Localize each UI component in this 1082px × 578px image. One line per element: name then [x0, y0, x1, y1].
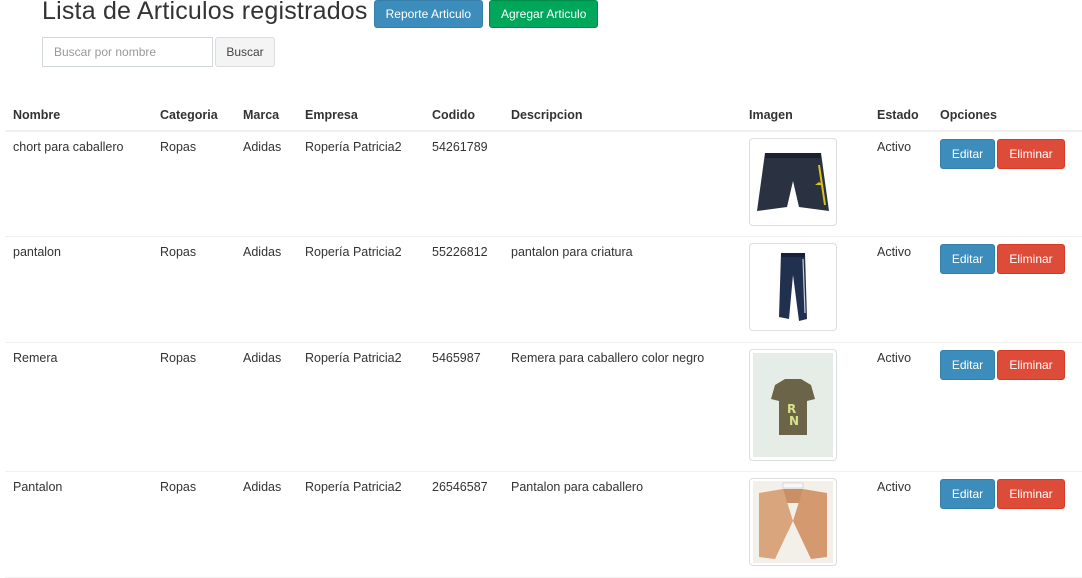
cell-nombre: pantalon	[5, 236, 152, 343]
cell-nombre: Remera	[5, 342, 152, 472]
cell-descripcion: pantalon para criatura	[503, 236, 741, 343]
column-header: Empresa	[297, 99, 424, 132]
cell-codigo: 26546587	[424, 471, 503, 578]
table-row: Pantalon Ropas Adidas Ropería Patricia2 …	[5, 471, 1082, 578]
cell-categoria: Ropas	[152, 342, 235, 472]
cell-descripcion: Remera para caballero color negro	[503, 342, 741, 472]
cell-nombre: Pantalon	[5, 471, 152, 578]
search-bar: Buscar	[42, 37, 275, 67]
delete-button[interactable]: Eliminar	[997, 478, 1065, 509]
cell-codigo: 55226812	[424, 236, 503, 343]
edit-button[interactable]: Editar	[940, 139, 995, 169]
row-options: Editar Eliminar	[940, 139, 1074, 169]
row-options: Editar Eliminar	[940, 478, 1074, 509]
cell-categoria: Ropas	[152, 131, 235, 237]
cell-codigo: 54261789	[424, 131, 503, 237]
cell-marca: Adidas	[235, 342, 297, 472]
table-row: pantalon Ropas Adidas Ropería Patricia2 …	[5, 236, 1082, 343]
cell-marca: Adidas	[235, 236, 297, 343]
report-button[interactable]: Reporte Articulo	[373, 0, 483, 28]
page-header: Lista de Articulos registrados Reporte A…	[42, 0, 599, 28]
column-header: Codido	[424, 99, 503, 132]
cell-empresa: Ropería Patricia2	[297, 342, 424, 472]
delete-button[interactable]: Eliminar	[997, 243, 1065, 274]
column-header: Descripcion	[503, 99, 741, 132]
column-header: Categoria	[152, 99, 235, 132]
cell-categoria: Ropas	[152, 236, 235, 343]
cell-marca: Adidas	[235, 131, 297, 237]
cell-empresa: Ropería Patricia2	[297, 131, 424, 237]
tshirt-icon: R N	[749, 348, 837, 461]
shorts-icon	[749, 138, 837, 226]
cell-estado: Activo	[869, 131, 932, 237]
column-header: Marca	[235, 99, 297, 132]
edit-button[interactable]: Editar	[940, 478, 995, 509]
articles-table: Nombre Categoria Marca Empresa Codido De…	[5, 99, 1082, 578]
column-header: Nombre	[5, 99, 152, 132]
table-row: chort para caballero Ropas Adidas Roperí…	[5, 131, 1082, 237]
cell-estado: Activo	[869, 236, 932, 343]
svg-text:N: N	[789, 414, 799, 428]
page-title: Lista de Articulos registrados	[42, 0, 368, 25]
row-options: Editar Eliminar	[940, 349, 1074, 380]
table-row: Remera Ropas Adidas Ropería Patricia2 54…	[5, 342, 1082, 472]
pants-icon	[749, 242, 837, 331]
column-header: Opciones	[932, 99, 1082, 132]
cell-nombre: chort para caballero	[5, 131, 152, 237]
row-options: Editar Eliminar	[940, 243, 1074, 274]
column-header: Imagen	[741, 99, 869, 132]
delete-button[interactable]: Eliminar	[997, 349, 1065, 380]
search-input[interactable]	[42, 37, 213, 67]
cell-descripcion: Pantalon para caballero	[503, 471, 741, 578]
cell-estado: Activo	[869, 342, 932, 472]
delete-button[interactable]: Eliminar	[997, 139, 1065, 169]
add-article-button[interactable]: Agregar Articulo	[489, 0, 599, 28]
cell-empresa: Ropería Patricia2	[297, 236, 424, 343]
edit-button[interactable]: Editar	[940, 243, 995, 274]
column-header: Estado	[869, 99, 932, 132]
cell-codigo: 5465987	[424, 342, 503, 472]
cell-estado: Activo	[869, 471, 932, 578]
table-header-row: Nombre Categoria Marca Empresa Codido De…	[5, 99, 1082, 132]
cell-descripcion	[503, 131, 741, 237]
edit-button[interactable]: Editar	[940, 349, 995, 380]
beige-pants-icon	[749, 477, 837, 566]
cell-categoria: Ropas	[152, 471, 235, 578]
cell-empresa: Ropería Patricia2	[297, 471, 424, 578]
search-button[interactable]: Buscar	[215, 37, 275, 67]
cell-marca: Adidas	[235, 471, 297, 578]
